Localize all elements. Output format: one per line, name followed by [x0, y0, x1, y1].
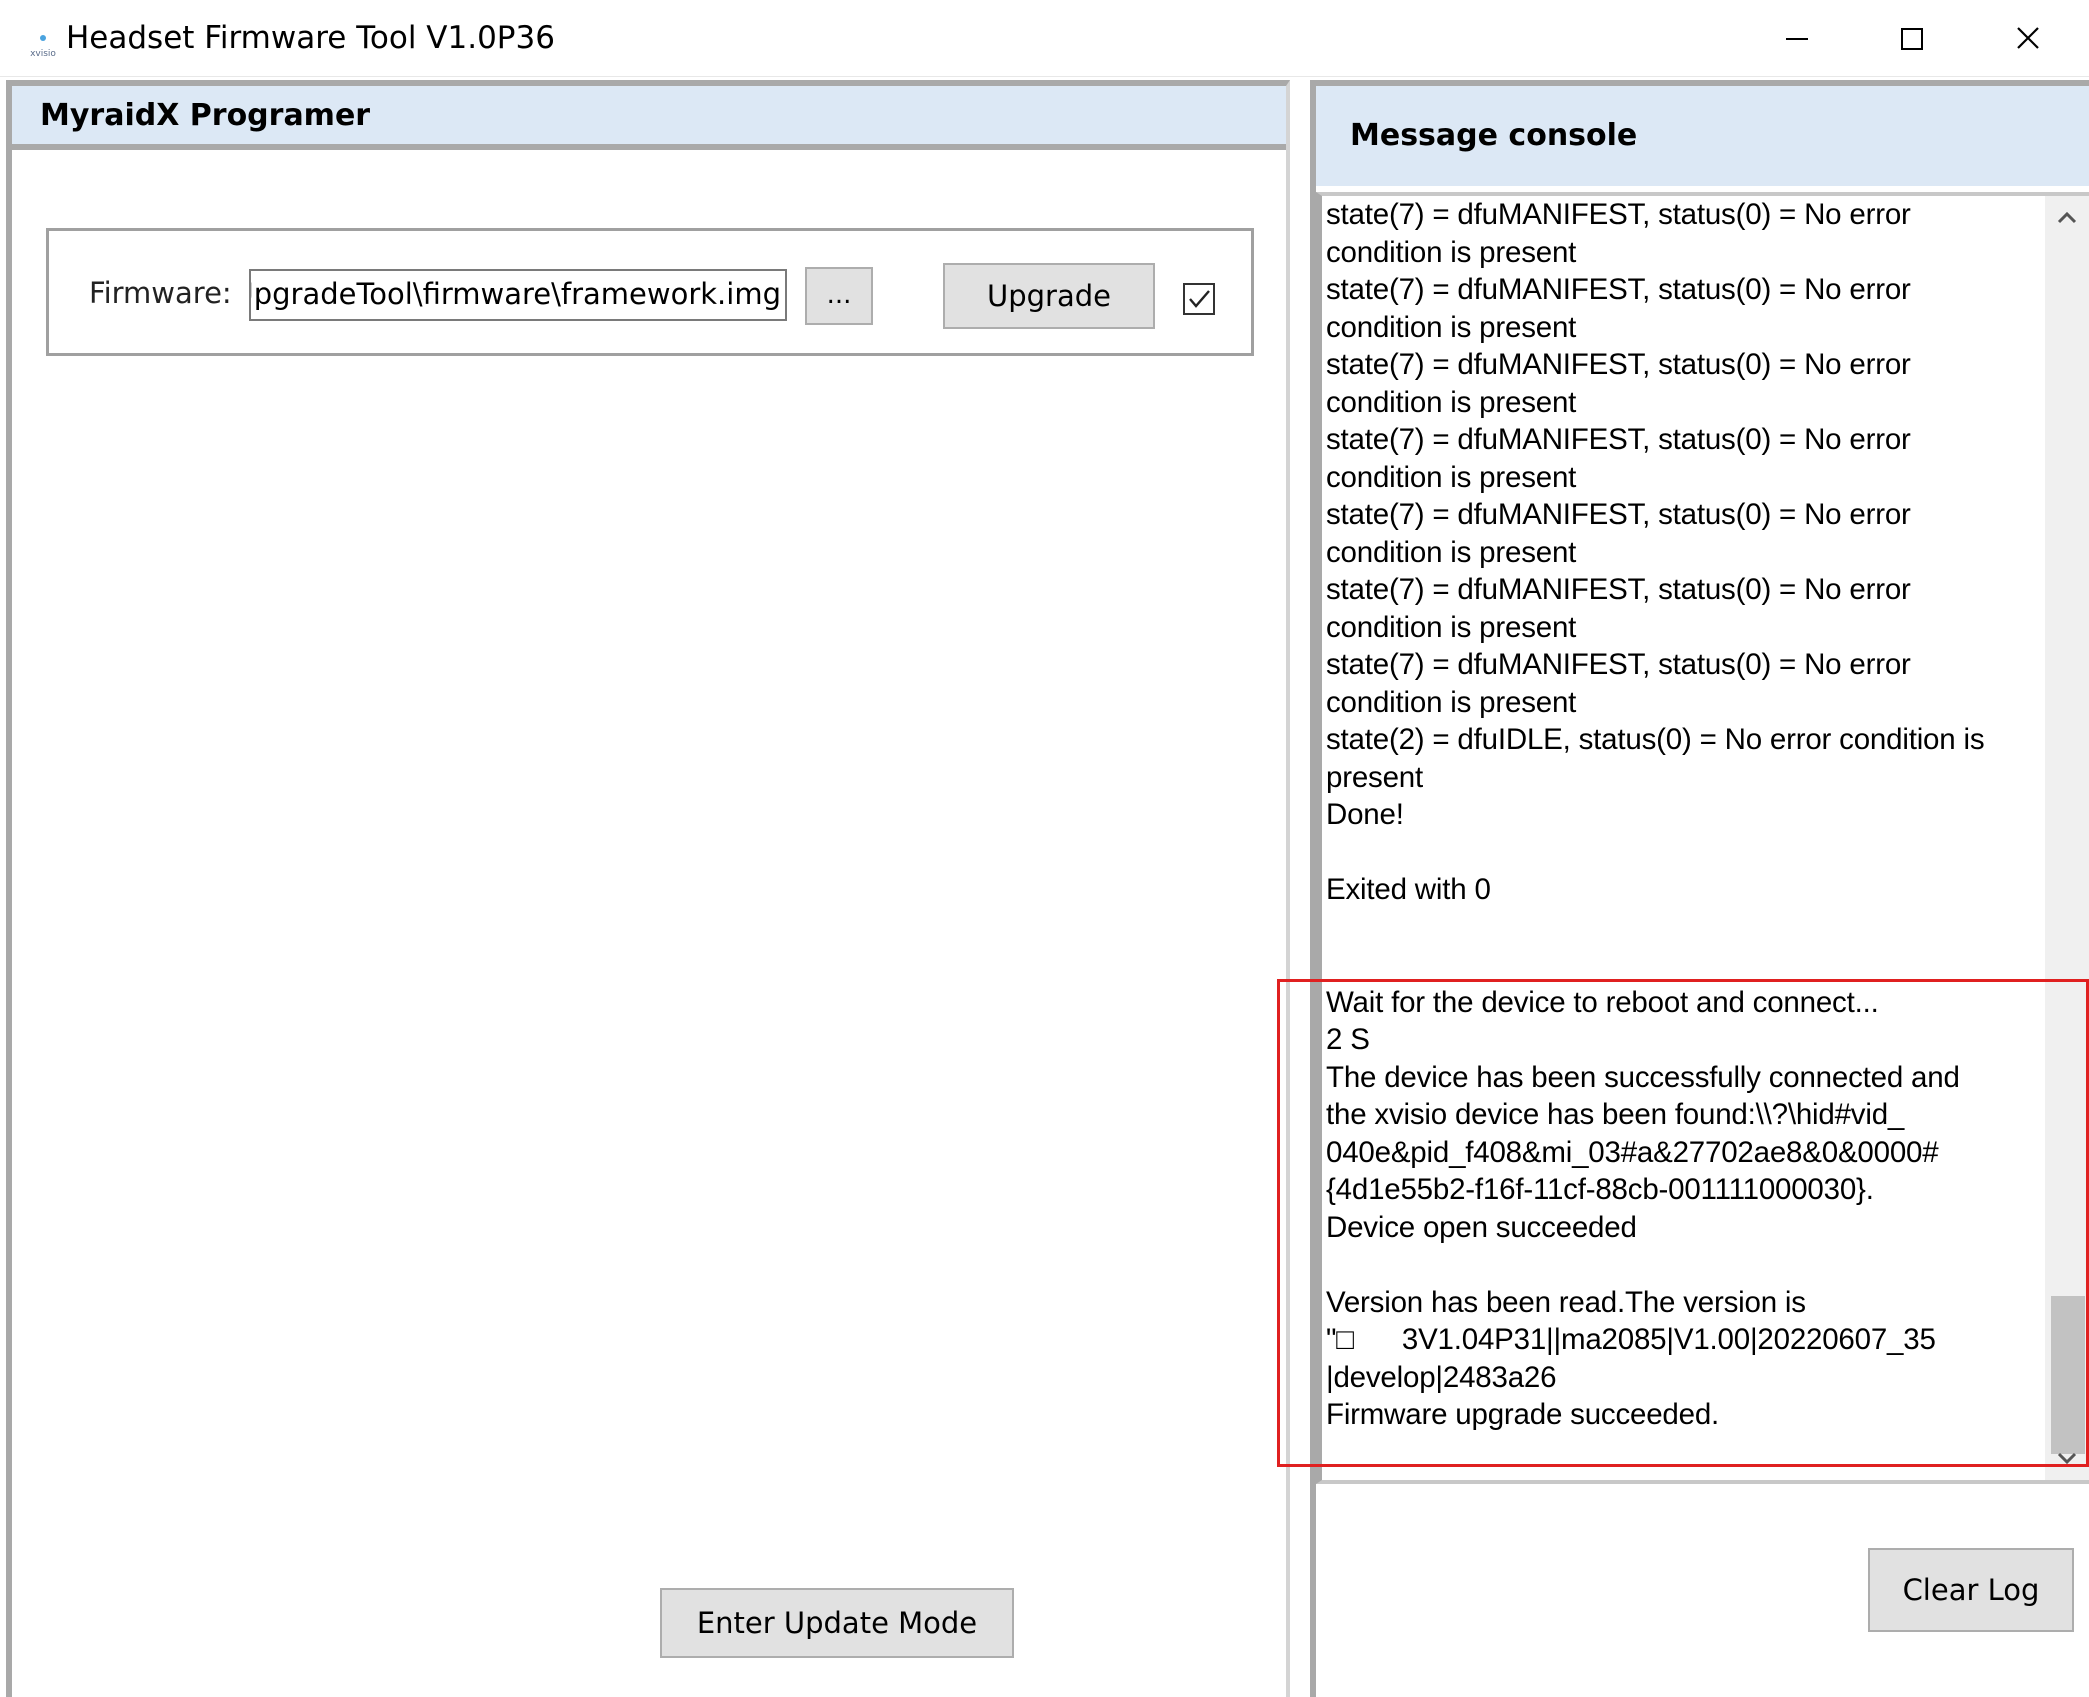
console-line: Wait for the device to reboot and connec… [1326, 985, 1879, 1019]
console-line: |develop|2483a26 [1326, 1360, 1557, 1394]
console-line: Device open succeeded [1326, 1210, 1637, 1244]
console-line: condition is present [1326, 385, 1577, 419]
console-line: state(7) = dfuMANIFEST, status(0) = No e… [1326, 198, 1911, 231]
firmware-path-input[interactable]: ıUpgradeTool\firmware\framework.img [249, 269, 787, 321]
firmware-label: Firmware: [89, 276, 232, 310]
console-header: Message console [1316, 86, 2089, 186]
close-button[interactable] [1988, 12, 2068, 64]
console-line: condition is present [1326, 235, 1577, 269]
panel-title: MyraidX Programer [40, 98, 371, 133]
title-bar: xvisio Headset Firmware Tool V1.0P36 [0, 0, 2089, 77]
chevron-down-icon [2057, 1452, 2077, 1465]
console-line: present [1326, 760, 1423, 794]
chevron-up-icon [2057, 211, 2077, 224]
message-console-panel: Message console state(7) = dfuMANIFEST, … [1310, 80, 2089, 1697]
panel-header: MyraidX Programer [12, 86, 1286, 150]
console-line: Version has been read.The version is [1326, 1285, 1806, 1319]
console-line: condition is present [1326, 460, 1577, 494]
console-title: Message console [1350, 118, 1638, 153]
checkmark-icon [1189, 290, 1210, 308]
upgrade-checkbox[interactable] [1183, 283, 1215, 315]
message-console[interactable]: state(7) = dfuMANIFEST, status(0) = No e… [1316, 192, 2089, 1484]
console-line: condition is present [1326, 535, 1577, 569]
console-line: Firmware upgrade succeeded. [1326, 1398, 1720, 1431]
console-line: The device has been successfully connect… [1326, 1060, 1960, 1094]
console-line: state(7) = dfuMANIFEST, status(0) = No e… [1326, 648, 1911, 681]
console-line: state(7) = dfuMANIFEST, status(0) = No e… [1326, 423, 1911, 456]
console-line: the xvisio device has been found:\\?\hid… [1326, 1098, 1905, 1131]
console-line: state(2) = dfuIDLE, status(0) = No error… [1326, 723, 1985, 756]
console-log: state(7) = dfuMANIFEST, status(0) = No e… [1326, 196, 2036, 1480]
close-icon [2017, 27, 2039, 49]
maximize-button[interactable] [1872, 12, 1952, 64]
console-line: Done! [1326, 798, 1404, 831]
console-line: condition is present [1326, 610, 1577, 644]
console-line: state(7) = dfuMANIFEST, status(0) = No e… [1326, 348, 1911, 381]
firmware-path-text: ıUpgradeTool\firmware\framework.img [249, 277, 781, 311]
enter-update-mode-button[interactable]: Enter Update Mode [660, 1588, 1014, 1658]
console-line: state(7) = dfuMANIFEST, status(0) = No e… [1326, 498, 1911, 531]
firmware-group: Firmware: ıUpgradeTool\firmware\framewor… [46, 228, 1254, 356]
scroll-down-button[interactable] [2045, 1436, 2089, 1480]
clear-log-button[interactable]: Clear Log [1868, 1548, 2074, 1632]
console-line: condition is present [1326, 310, 1577, 344]
upgrade-button[interactable]: Upgrade [943, 263, 1155, 329]
scroll-up-button[interactable] [2045, 196, 2089, 240]
browse-button[interactable]: ... [805, 267, 873, 325]
console-scrollbar[interactable] [2045, 196, 2089, 1480]
console-line: Exited with 0 [1326, 873, 1491, 906]
console-line: 040e&pid_f408&mi_03#a&27702ae8&0&0000# [1326, 1135, 1939, 1169]
console-line: condition is present [1326, 685, 1577, 719]
minimize-button[interactable] [1756, 12, 1836, 64]
console-line: state(7) = dfuMANIFEST, status(0) = No e… [1326, 273, 1911, 306]
myraidx-programer-panel: MyraidX Programer Firmware: ıUpgradeTool… [6, 80, 1290, 1697]
window-title: Headset Firmware Tool V1.0P36 [66, 20, 555, 56]
console-line: "□ 3V1.04P31||ma2085|V1.00|20220607_35 [1326, 1323, 1936, 1356]
console-line: {4d1e55b2-f16f-11cf-88cb-001111000030}. [1326, 1173, 1874, 1206]
console-line: 2 S [1326, 1023, 1370, 1056]
xvisio-logo-icon: xvisio [28, 30, 58, 59]
scroll-thumb[interactable] [2051, 1296, 2085, 1454]
console-line: state(7) = dfuMANIFEST, status(0) = No e… [1326, 573, 1911, 606]
